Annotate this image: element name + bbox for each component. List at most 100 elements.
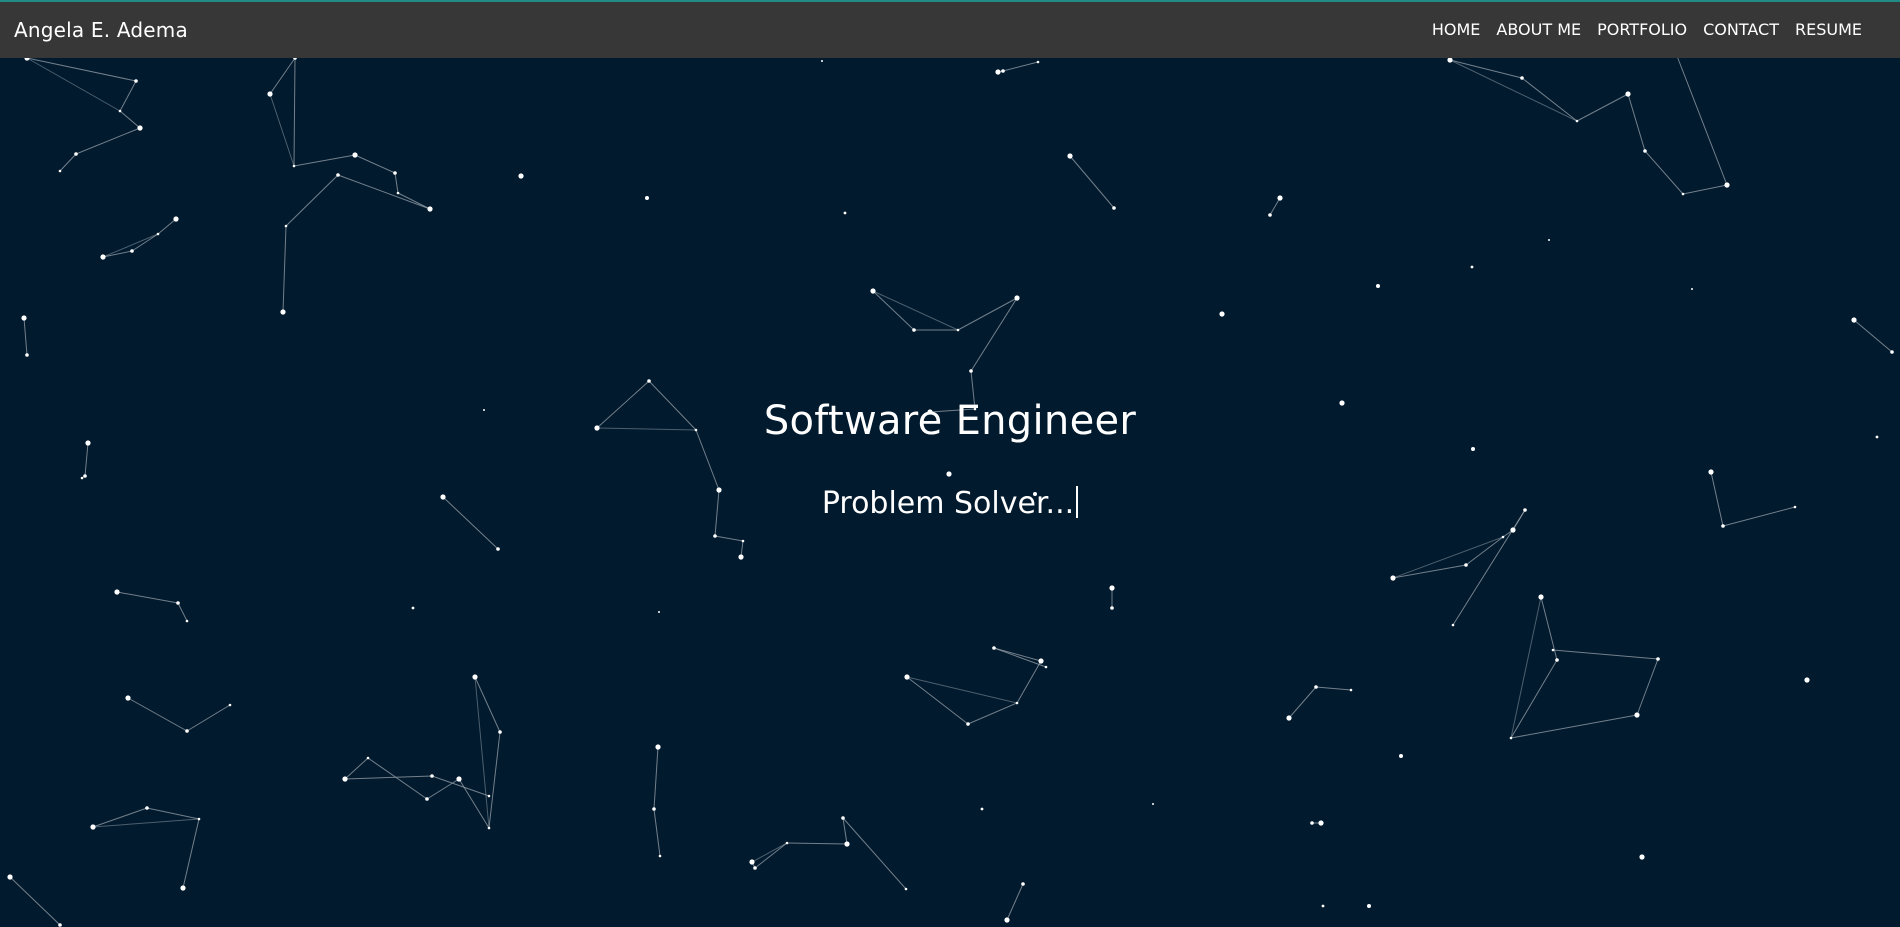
nav-link-portfolio[interactable]: PORTFOLIO bbox=[1597, 20, 1687, 39]
particle-dot bbox=[1219, 311, 1225, 317]
particle-link bbox=[119, 80, 137, 112]
particle-dot bbox=[137, 125, 143, 131]
particle-link bbox=[1510, 596, 1542, 739]
particle-dot bbox=[821, 60, 823, 62]
particle-link bbox=[1002, 61, 1039, 72]
particle-dot bbox=[336, 173, 340, 177]
particle-link bbox=[786, 842, 848, 845]
particle-dot bbox=[1399, 754, 1403, 758]
particle-link bbox=[929, 408, 976, 413]
particle-link bbox=[1288, 686, 1317, 719]
particle-dot bbox=[753, 866, 757, 870]
particle-link bbox=[293, 154, 356, 167]
particle-link bbox=[957, 297, 1018, 331]
particle-dot bbox=[197, 817, 201, 821]
particle-dot bbox=[1538, 594, 1544, 600]
particle-dot bbox=[456, 776, 462, 782]
particle-dot bbox=[655, 744, 661, 750]
particle-dot bbox=[156, 232, 160, 236]
particle-link bbox=[23, 317, 28, 356]
particle-dot bbox=[1109, 585, 1115, 591]
particle-dot bbox=[58, 169, 62, 173]
particle-dot bbox=[1033, 492, 1037, 496]
particle-link bbox=[92, 818, 200, 828]
particle-dot bbox=[430, 774, 434, 778]
particle-dot bbox=[1001, 69, 1005, 73]
particle-dot bbox=[393, 171, 397, 175]
particle-link bbox=[285, 174, 339, 227]
nav-link-home[interactable]: HOME bbox=[1432, 20, 1481, 39]
particle-link bbox=[119, 110, 141, 129]
particle-link bbox=[26, 57, 137, 82]
particle-dot bbox=[658, 611, 660, 613]
particle-dot bbox=[366, 756, 370, 760]
particle-dot bbox=[738, 554, 744, 560]
particle-dot bbox=[716, 487, 722, 493]
particle-link bbox=[1682, 184, 1728, 195]
navbar: Angela E. Adema HOME ABOUT ME PORTFOLIO … bbox=[0, 2, 1900, 58]
particle-dot bbox=[1321, 904, 1325, 908]
particle-dot bbox=[1634, 712, 1640, 718]
particle-dot bbox=[7, 874, 13, 880]
particle-dot bbox=[176, 601, 180, 605]
nav-link-resume[interactable]: RESUME bbox=[1795, 20, 1862, 39]
particle-link bbox=[59, 153, 77, 172]
particle-dot bbox=[1804, 677, 1810, 683]
particle-dot bbox=[1112, 206, 1116, 210]
particle-link bbox=[344, 757, 369, 780]
particle-link bbox=[1392, 564, 1467, 579]
particle-dot bbox=[1681, 192, 1685, 196]
particle-link bbox=[182, 818, 200, 889]
particle-link bbox=[1465, 536, 1504, 566]
particle-dot bbox=[1110, 606, 1114, 610]
nav-link-contact[interactable]: CONTACT bbox=[1703, 20, 1779, 39]
particle-link bbox=[970, 297, 1018, 372]
particle-dot bbox=[118, 109, 122, 113]
particle-link bbox=[967, 702, 1018, 725]
particle-link bbox=[177, 602, 188, 622]
particle-link bbox=[970, 370, 976, 410]
particle-dot bbox=[904, 674, 910, 680]
particle-dot bbox=[1286, 715, 1292, 721]
brand-link[interactable]: Angela E. Adema bbox=[14, 18, 188, 42]
particle-dot bbox=[134, 79, 138, 83]
particle-dot bbox=[425, 797, 429, 801]
particle-dot bbox=[969, 369, 973, 373]
particle-dot bbox=[1875, 435, 1879, 439]
particle-link bbox=[714, 535, 744, 542]
nav-link-about-me[interactable]: ABOUT ME bbox=[1496, 20, 1581, 39]
particle-dot bbox=[785, 841, 789, 845]
particle-link bbox=[596, 427, 697, 431]
particle-dot bbox=[694, 428, 698, 432]
particle-link bbox=[488, 731, 501, 829]
particle-dot bbox=[1067, 153, 1073, 159]
particle-dot bbox=[973, 407, 977, 411]
particle-dot bbox=[995, 69, 1001, 75]
particle-dot bbox=[173, 216, 179, 222]
particle-dot bbox=[1451, 623, 1455, 627]
particle-dot bbox=[80, 476, 84, 480]
particle-dot bbox=[427, 206, 433, 212]
particle-dot bbox=[1890, 350, 1894, 354]
particle-link bbox=[751, 842, 788, 863]
particle-link bbox=[1853, 319, 1893, 353]
particle-dot bbox=[1318, 820, 1324, 826]
particle-dot bbox=[1310, 821, 1314, 825]
particle-dot bbox=[956, 328, 960, 332]
particle-link bbox=[397, 192, 431, 210]
particle-dot bbox=[1004, 917, 1010, 923]
particle-dot bbox=[1625, 91, 1631, 97]
particle-link bbox=[1006, 883, 1024, 921]
particle-link bbox=[367, 757, 428, 800]
particle-dot bbox=[90, 824, 96, 830]
particle-dot bbox=[1520, 76, 1524, 80]
particle-link bbox=[127, 697, 188, 732]
particle-dot bbox=[85, 440, 91, 446]
particle-dot bbox=[1038, 658, 1044, 664]
particle-dot bbox=[1349, 688, 1353, 692]
particle-dot bbox=[843, 211, 847, 215]
particle-link bbox=[596, 380, 650, 429]
particle-link bbox=[653, 746, 659, 810]
particle-link bbox=[872, 290, 959, 331]
particle-dot bbox=[1014, 295, 1020, 301]
